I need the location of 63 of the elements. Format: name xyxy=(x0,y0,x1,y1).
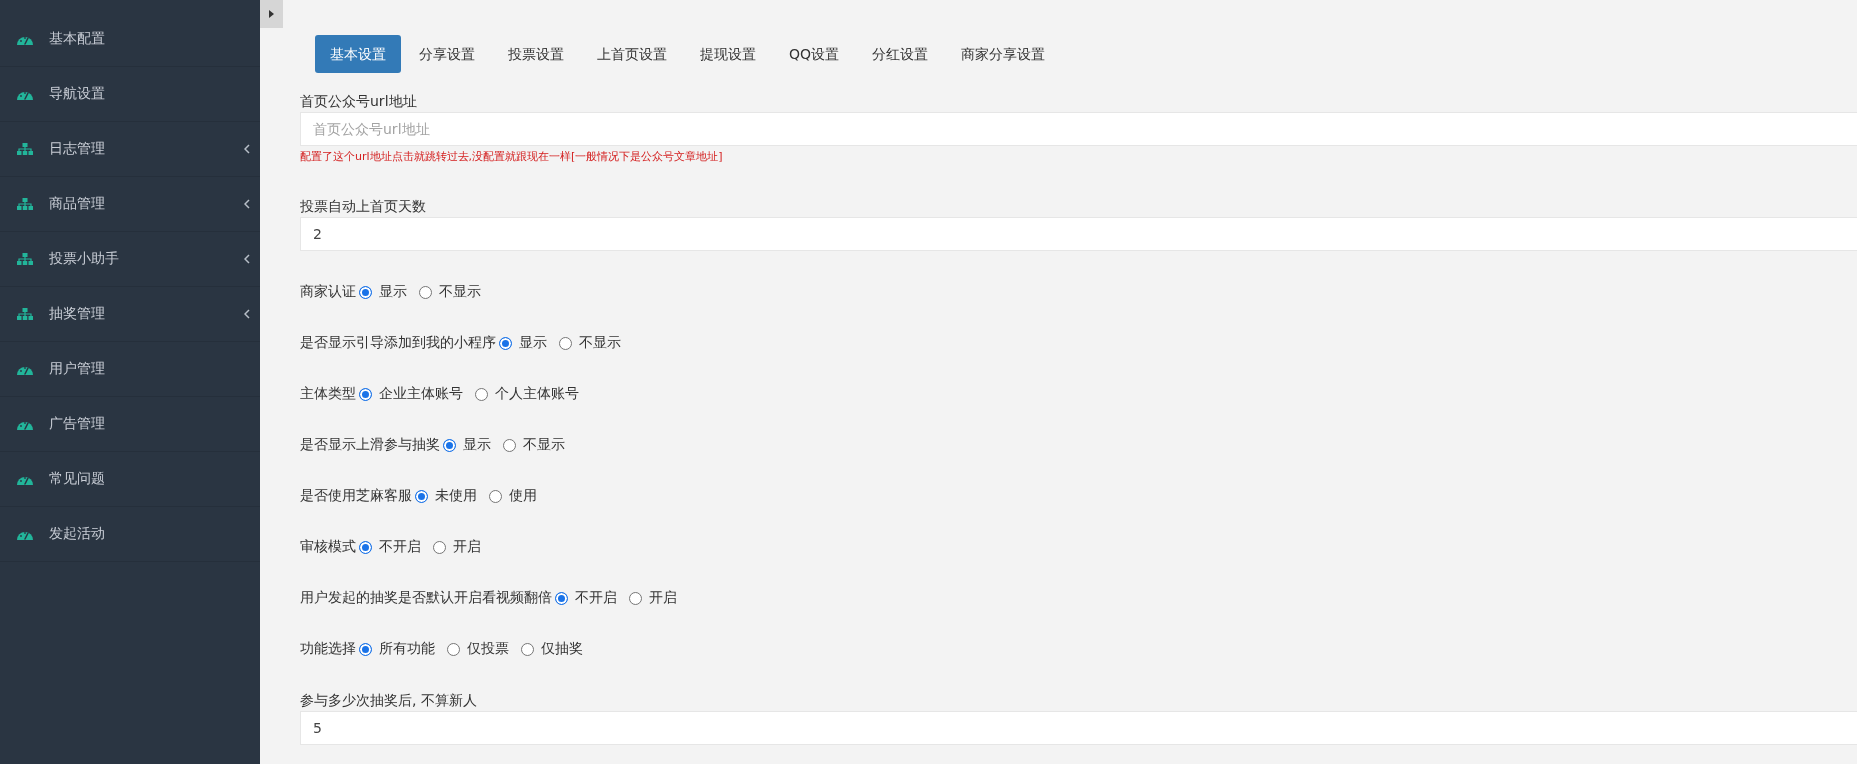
radio-label[interactable]: 个人主体账号 xyxy=(495,385,579,403)
field-label: 商家认证 xyxy=(300,283,356,301)
field-label: 用户发起的抽奖是否默认开启看视频翻倍 xyxy=(300,589,552,607)
radio-label[interactable]: 使用 xyxy=(509,487,537,505)
radio-label[interactable]: 开启 xyxy=(453,538,481,556)
radio-label[interactable]: 显示 xyxy=(379,283,407,301)
caret-icon xyxy=(269,10,274,18)
radio-label[interactable]: 不显示 xyxy=(579,334,621,352)
tab[interactable]: 提现设置 xyxy=(685,35,771,73)
radio-button[interactable] xyxy=(629,591,642,605)
hierarchy-icon xyxy=(17,143,33,155)
field-label: 首页公众号url地址 xyxy=(300,92,417,111)
radio-button[interactable] xyxy=(521,642,534,656)
radio-button[interactable] xyxy=(359,285,372,299)
radio-label[interactable]: 未使用 xyxy=(435,487,477,505)
radio-label[interactable]: 不开启 xyxy=(379,538,421,556)
hierarchy-icon xyxy=(17,253,33,265)
radio-label[interactable]: 显示 xyxy=(519,334,547,352)
radio-button[interactable] xyxy=(503,438,516,452)
radio-label[interactable]: 企业主体账号 xyxy=(379,385,463,403)
radio-button[interactable] xyxy=(447,642,460,656)
tab[interactable]: QQ设置 xyxy=(774,35,855,73)
radio-button[interactable] xyxy=(433,540,446,554)
radio-button[interactable] xyxy=(359,642,372,656)
radio-button[interactable] xyxy=(419,285,432,299)
radio-button[interactable] xyxy=(489,489,502,503)
field-label: 是否显示上滑参与抽奖 xyxy=(300,436,440,454)
radio-label[interactable]: 显示 xyxy=(463,436,491,454)
radio-button[interactable] xyxy=(559,336,572,350)
tab[interactable]: 分享设置 xyxy=(404,35,490,73)
radio-button[interactable] xyxy=(499,336,512,350)
radio-label[interactable]: 仅抽奖 xyxy=(541,640,583,658)
tab[interactable]: 商家分享设置 xyxy=(946,35,1061,73)
field-label: 主体类型 xyxy=(300,385,356,403)
tab[interactable]: 基本设置 xyxy=(315,35,401,73)
radio-label[interactable]: 所有功能 xyxy=(379,640,435,658)
radio-button[interactable] xyxy=(415,489,428,503)
radio-label[interactable]: 开启 xyxy=(649,589,677,607)
hierarchy-icon xyxy=(17,198,33,210)
hint-text: 配置了这个url地址点击就跳转过去,没配置就跟现在一样[一般情况下是公众号文章地址] xyxy=(300,151,723,163)
radio-button[interactable] xyxy=(443,438,456,452)
text-input[interactable]: 2 xyxy=(300,217,1857,251)
radio-label[interactable]: 不显示 xyxy=(523,436,565,454)
sidebar-toggle-button[interactable] xyxy=(260,0,283,28)
radio-label[interactable]: 不开启 xyxy=(575,589,617,607)
field-label: 功能选择 xyxy=(300,640,356,658)
tab[interactable]: 投票设置 xyxy=(493,35,579,73)
field-label: 参与多少次抽奖后, 不算新人 xyxy=(300,691,477,710)
field-label: 审核模式 xyxy=(300,538,356,556)
radio-button[interactable] xyxy=(359,387,372,401)
hierarchy-icon xyxy=(17,308,33,320)
radio-button[interactable] xyxy=(555,591,568,605)
radio-label[interactable]: 不显示 xyxy=(439,283,481,301)
radio-label[interactable]: 仅投票 xyxy=(467,640,509,658)
tab[interactable]: 分红设置 xyxy=(857,35,944,73)
text-input[interactable]: 首页公众号url地址 xyxy=(300,112,1857,146)
field-label: 投票自动上首页天数 xyxy=(300,197,426,216)
field-label: 是否使用芝麻客服 xyxy=(300,487,412,505)
tab[interactable]: 上首页设置 xyxy=(582,35,682,73)
radio-button[interactable] xyxy=(359,540,372,554)
field-label: 是否显示引导添加到我的小程序 xyxy=(300,334,496,352)
radio-button[interactable] xyxy=(475,387,488,401)
text-input[interactable]: 5 xyxy=(300,711,1857,745)
